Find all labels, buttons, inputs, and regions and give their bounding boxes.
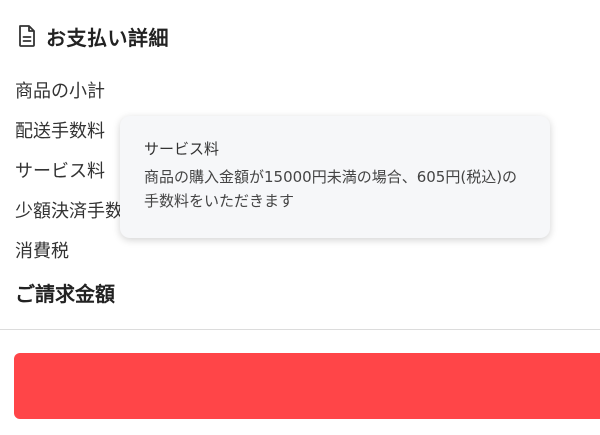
section-header: お支払い詳細 — [16, 20, 169, 52]
tooltip-title: サービス料 — [144, 140, 220, 158]
document-icon — [16, 24, 38, 48]
pay-button[interactable] — [14, 353, 600, 419]
divider — [0, 329, 600, 330]
row-service-fee-label[interactable]: サービス料 — [15, 157, 105, 183]
section-title: お支払い詳細 — [46, 25, 169, 50]
service-fee-tooltip: サービス料 商品の購入金額が15000円未満の場合、605円(税込)の手数料をい… — [120, 116, 550, 238]
tooltip-body: 商品の購入金額が15000円未満の場合、605円(税込)の手数料をいただきます — [144, 168, 518, 210]
total-label: ご請求金額 — [15, 282, 115, 306]
payment-details-panel: お支払い詳細 商品の小計 配送手数料 サービス料 少額決済手数料 消費税 ご請求… — [0, 0, 600, 435]
row-shipping-fee-label: 配送手数料 — [15, 121, 105, 142]
row-consumption-tax-label: 消費税 — [15, 241, 69, 262]
row-subtotal-label: 商品の小計 — [15, 81, 105, 102]
